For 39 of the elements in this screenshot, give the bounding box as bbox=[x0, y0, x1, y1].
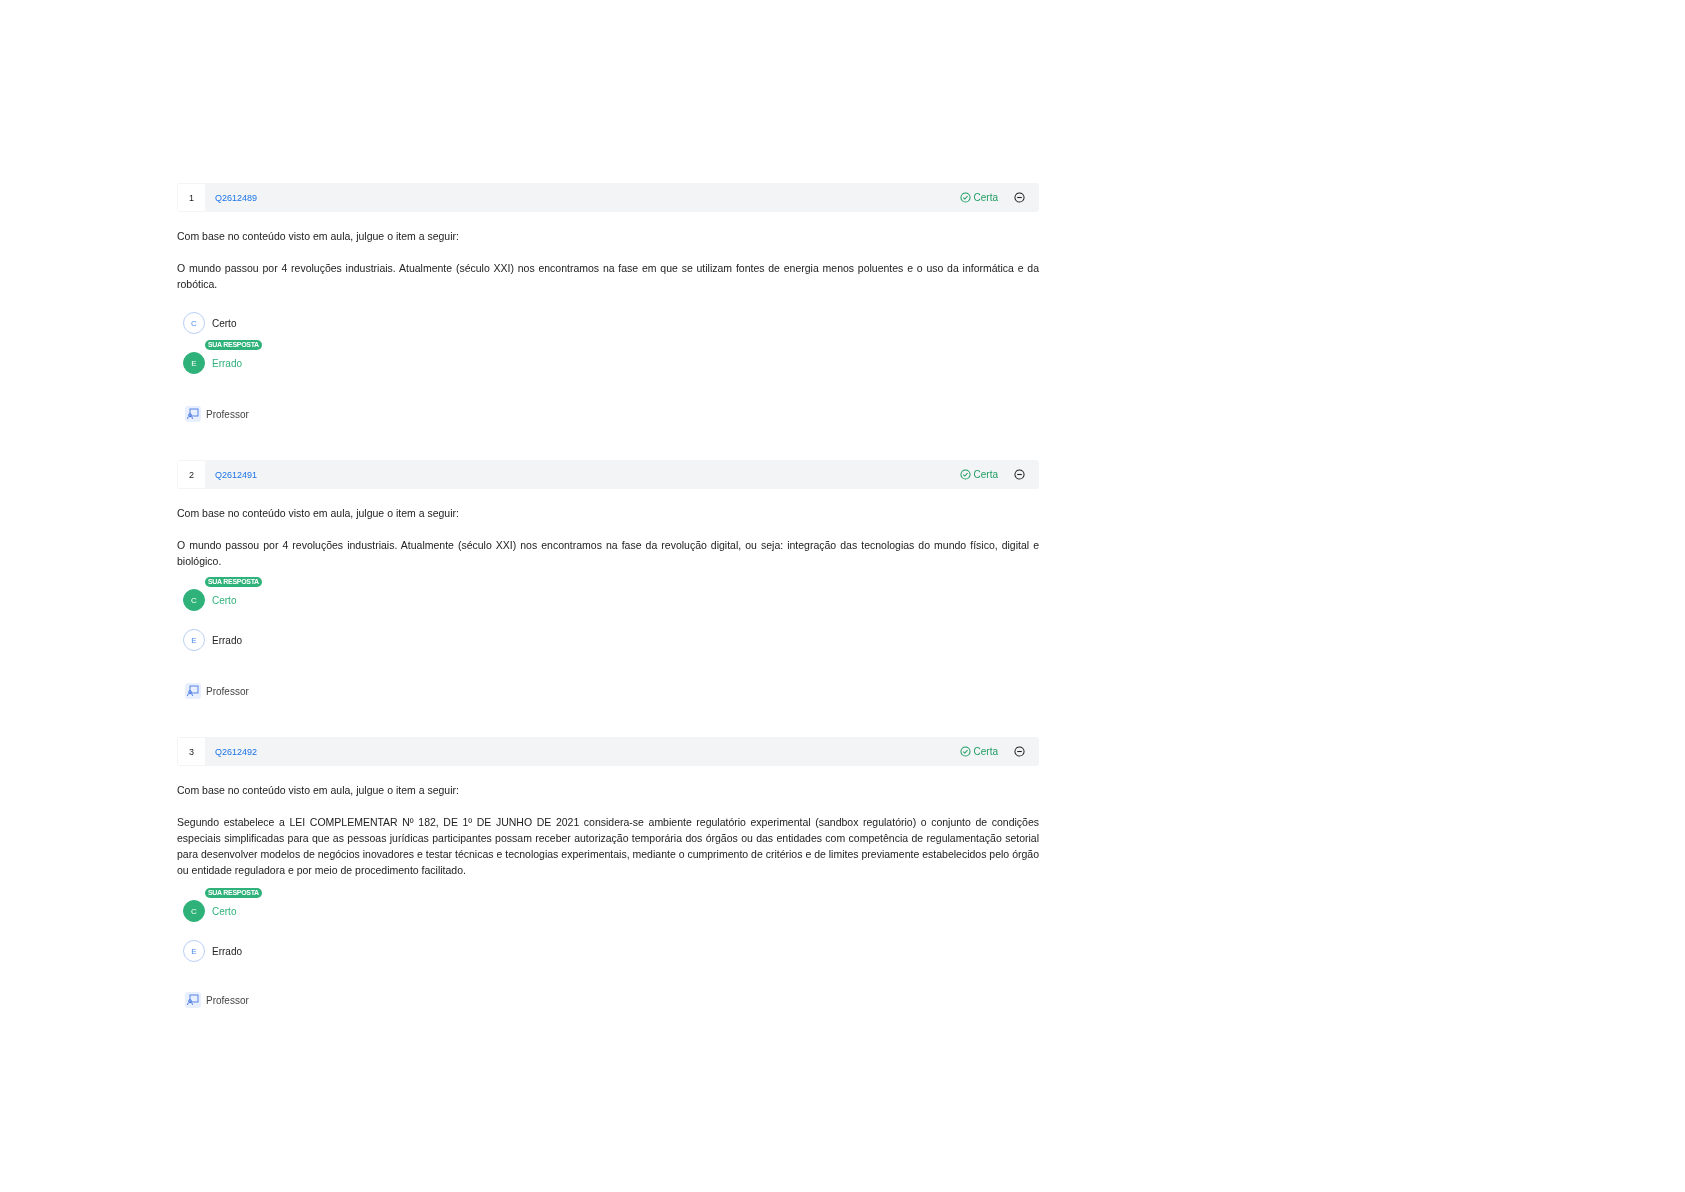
teacher-board-icon bbox=[185, 683, 201, 699]
check-circle-icon bbox=[959, 192, 971, 203]
professor-button[interactable]: Professor bbox=[185, 683, 249, 699]
option-letter[interactable]: C bbox=[183, 900, 205, 922]
teacher-board-icon bbox=[185, 992, 201, 1008]
question-prompt: Com base no conteúdo visto em aula, julgue o item a seguir: bbox=[177, 229, 460, 244]
question-number: 1 bbox=[178, 184, 205, 211]
option-letter[interactable]: E bbox=[183, 940, 205, 962]
option-label[interactable]: Certo bbox=[212, 905, 237, 917]
option-label[interactable]: Errado bbox=[212, 357, 242, 369]
question-number: 2 bbox=[178, 461, 205, 488]
option-letter[interactable]: E bbox=[183, 629, 205, 651]
result-text: Certa bbox=[973, 469, 998, 480]
question-prompt: Com base no conteúdo visto em aula, julgue o item a seguir: bbox=[177, 506, 460, 521]
question-code-link[interactable]: Q2612491 bbox=[215, 469, 258, 480]
check-circle-icon bbox=[959, 746, 971, 757]
check-circle-icon bbox=[959, 469, 971, 480]
question-statement: Segundo estabelece a LEI COMPLEMENTAR Nº 182, DE 1º DE JUNHO DE 2021 considera-se ambiente regulatório experimental (sandbox regulatório) o conjunto de condições especiais simplificadas para que as pessoas jurídicas participantes possam receber autorização temporária dos órgãos ou das entidades com competência de regulamentação setorial para desenvolver modelos de negócios inovadores e testar técnicas e tecnologias experimentais, mediante o cumprimento de critérios e de limites previamente estabelecidos pelo órgão ou entidade reguladora e por meio de procedimento facilitado. bbox=[177, 815, 1039, 878]
collapse-icon[interactable] bbox=[1014, 746, 1025, 757]
option-letter[interactable]: C bbox=[183, 312, 205, 334]
question-prompt: Com base no conteúdo visto em aula, julgue o item a seguir: bbox=[177, 783, 460, 798]
question-statement: O mundo passou por 4 revoluções industriais. Atualmente (século XXI) nos encontramos na fase da revolução digital, ou seja: integração das tecnologias do mundo físico, digital e biológico. bbox=[177, 538, 1039, 569]
question-number: 3 bbox=[178, 738, 205, 765]
professor-button[interactable]: Professor bbox=[185, 992, 249, 1008]
collapse-icon[interactable] bbox=[1014, 469, 1025, 480]
option-letter[interactable]: C bbox=[183, 589, 205, 611]
teacher-board-icon bbox=[185, 406, 201, 422]
question-code-link[interactable]: Q2612489 bbox=[215, 192, 258, 203]
question-statement: O mundo passou por 4 revoluções industriais. Atualmente (século XXI) nos encontramos na fase em que se utilizam fontes de energia menos poluentes e o uso da informática e da robótica. bbox=[177, 261, 1039, 292]
collapse-icon[interactable] bbox=[1014, 192, 1025, 203]
option-letter[interactable]: E bbox=[183, 352, 205, 374]
professor-button[interactable]: Professor bbox=[185, 406, 249, 422]
result-text: Certa bbox=[973, 746, 998, 757]
result-text: Certa bbox=[973, 192, 998, 203]
option-label[interactable]: Certo bbox=[212, 317, 237, 329]
option-label[interactable]: Errado bbox=[212, 945, 242, 957]
option-label[interactable]: Certo bbox=[212, 594, 237, 606]
question-code-link[interactable]: Q2612492 bbox=[215, 746, 258, 757]
option-label[interactable]: Errado bbox=[212, 634, 242, 646]
